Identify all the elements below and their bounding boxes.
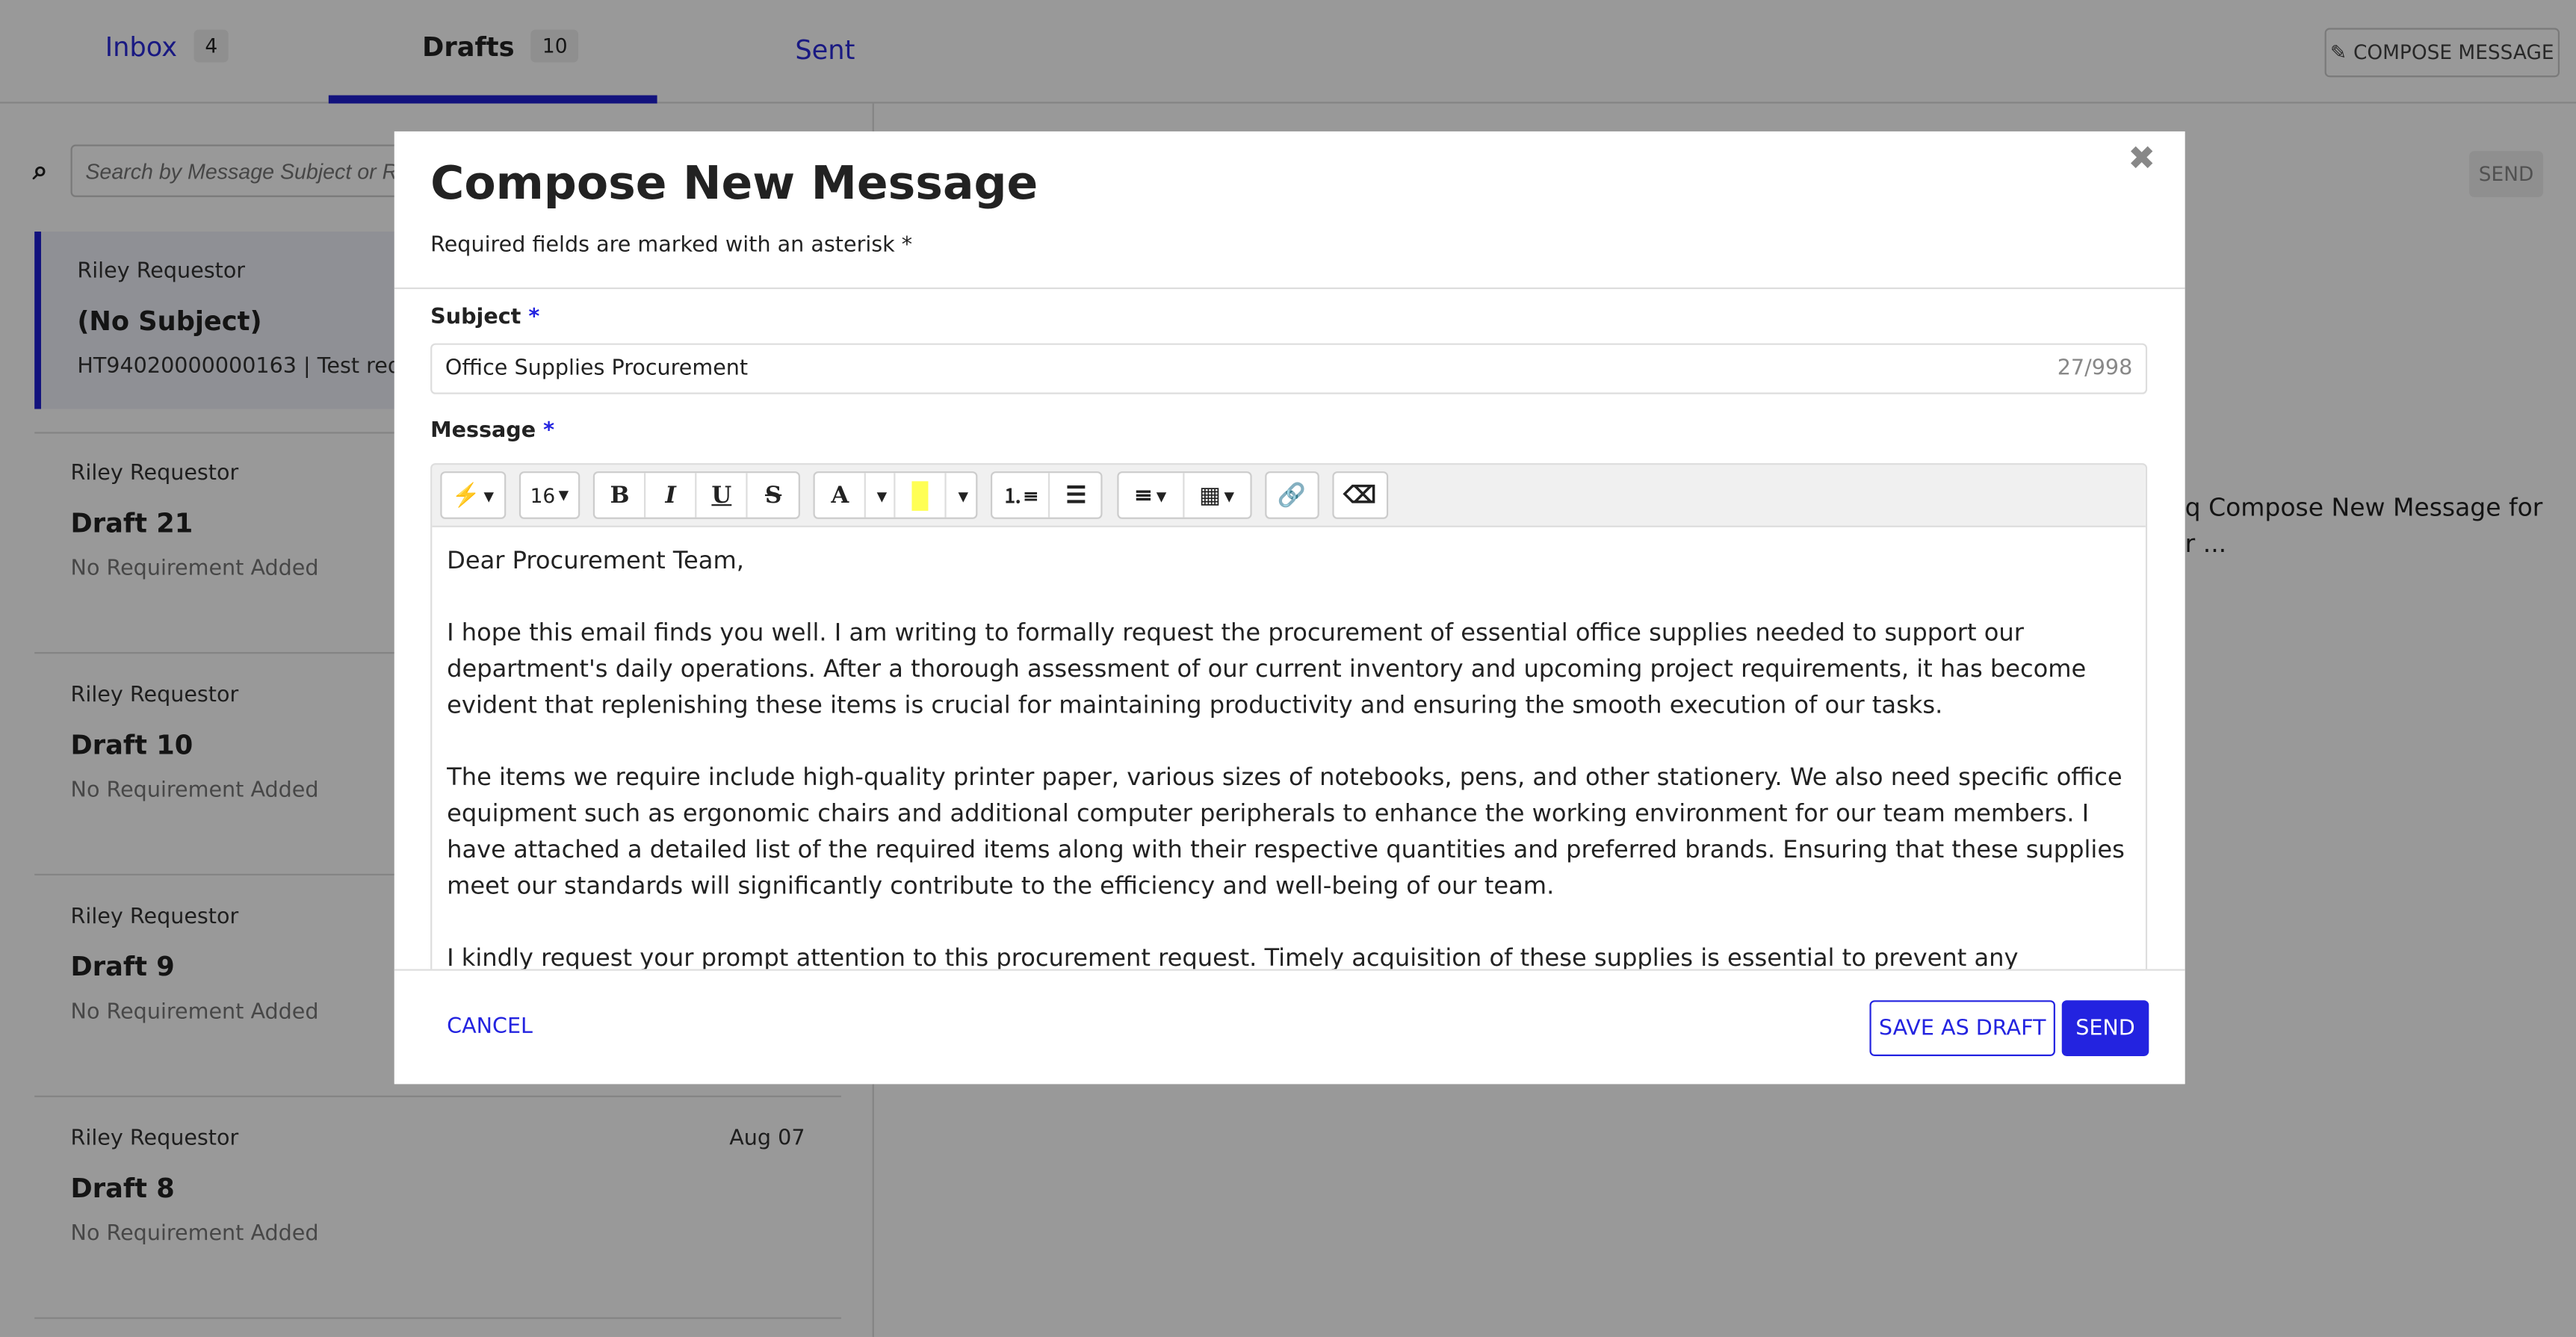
font-color-icon[interactable]: A bbox=[815, 473, 867, 518]
align-icon[interactable]: ≡ ▼ bbox=[1118, 473, 1184, 518]
save-draft-button[interactable]: SAVE AS DRAFT bbox=[1869, 1000, 2055, 1056]
required-asterisk: * bbox=[528, 305, 540, 330]
label-text: Message bbox=[430, 418, 536, 444]
modal-footer: CANCEL SAVE AS DRAFT SEND bbox=[394, 969, 2185, 1085]
editor-toolbar: ⚡ ▼ 16 ▼ BIUS A ▼ ▼ ⒈≡ ☰ ≡ ▼ ▦ ▼ 🔗 ⌫ bbox=[432, 465, 2146, 527]
highlight-dropdown-icon[interactable]: ▼ bbox=[947, 473, 976, 517]
label-text: Subject bbox=[430, 305, 521, 330]
compose-modal: ✖ Compose New Message Required fields ar… bbox=[394, 131, 2185, 1085]
unordered-list-icon[interactable]: ☰ bbox=[1050, 473, 1101, 517]
modal-title: Compose New Message bbox=[430, 155, 1038, 211]
subject-label: Subject * bbox=[430, 305, 539, 330]
font-size-value: 16 bbox=[530, 483, 556, 507]
highlight-color-icon[interactable] bbox=[896, 473, 947, 518]
divider bbox=[394, 287, 2185, 290]
modal-subtitle: Required fields are marked with an aster… bbox=[430, 233, 913, 258]
subject-input[interactable]: Office Supplies Procurement 27/998 bbox=[430, 343, 2148, 394]
close-icon[interactable]: ✖ bbox=[2128, 138, 2155, 178]
paragraph: Dear Procurement Team, bbox=[447, 547, 744, 575]
message-label: Message * bbox=[430, 419, 554, 444]
paragraph: I hope this email finds you well. I am w… bbox=[447, 619, 2087, 720]
magic-wand-icon[interactable]: ⚡ ▼ bbox=[442, 473, 504, 517]
italic-icon[interactable]: I bbox=[646, 473, 697, 518]
table-icon[interactable]: ▦ ▼ bbox=[1184, 473, 1250, 517]
underline-icon[interactable]: U bbox=[697, 473, 749, 518]
link-icon[interactable]: 🔗 bbox=[1266, 473, 1317, 517]
eraser-icon[interactable]: ⌫ bbox=[1334, 473, 1386, 517]
message-editor: ⚡ ▼ 16 ▼ BIUS A ▼ ▼ ⒈≡ ☰ ≡ ▼ ▦ ▼ 🔗 ⌫ Dear Procur… bbox=[430, 463, 2148, 989]
font-size-dropdown[interactable]: 16 ▼ bbox=[520, 473, 578, 517]
char-counter: 27/998 bbox=[2057, 356, 2133, 382]
subject-value: Office Supplies Procurement bbox=[445, 356, 749, 382]
bold-icon[interactable]: B bbox=[595, 473, 646, 518]
send-button[interactable]: SEND bbox=[2061, 1000, 2149, 1056]
font-color-dropdown-icon[interactable]: ▼ bbox=[867, 473, 897, 518]
cancel-button[interactable]: CANCEL bbox=[447, 1015, 533, 1040]
paragraph: The items we require include high-qualit… bbox=[447, 763, 2125, 901]
message-body[interactable]: Dear Procurement Team, I hope this email… bbox=[432, 527, 2146, 987]
strikethrough-icon[interactable]: S bbox=[748, 473, 799, 517]
required-asterisk: * bbox=[543, 418, 555, 444]
ordered-list-icon[interactable]: ⒈≡ bbox=[993, 473, 1051, 518]
